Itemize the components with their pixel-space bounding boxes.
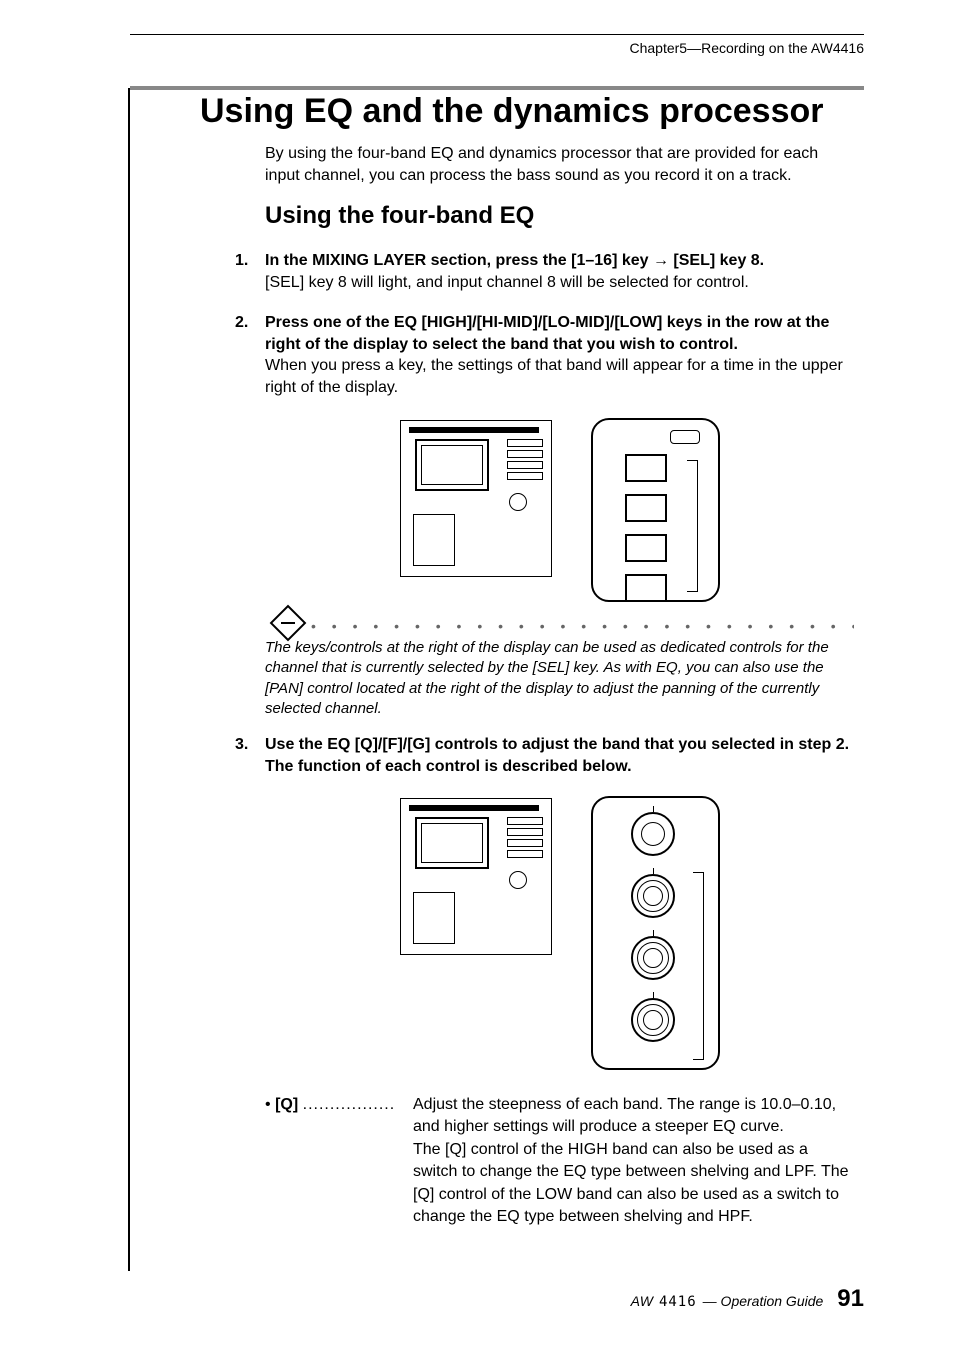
figure-eq-keys <box>400 418 720 603</box>
bullet-q: • [Q] ................. Adjust the steep… <box>265 1094 854 1228</box>
tip-dots: • • • • • • • • • • • • • • • • • • • • … <box>311 618 854 634</box>
step-3-bold: Use the EQ [Q]/[F]/[G] controls to adjus… <box>265 734 854 777</box>
step-1-number: 1. <box>235 250 248 272</box>
step-2: 2. Press one of the EQ [HIGH]/[HI-MID]/[… <box>235 312 854 398</box>
footer-model-prefix: AW <box>631 1293 653 1309</box>
step-2-bold: Press one of the EQ [HIGH]/[HI-MID]/[LO-… <box>265 314 829 353</box>
tip-text: The keys/controls at the right of the di… <box>265 638 854 719</box>
figure-panel-keys-icon <box>591 418 720 602</box>
footer: AW 4416 — Operation Guide 91 <box>631 1285 864 1313</box>
header-chapter: Chapter5—Recording on the AW4416 <box>629 40 864 56</box>
side-rule <box>128 88 130 1271</box>
footer-model: 4416 <box>659 1294 697 1310</box>
header-rule <box>130 34 864 35</box>
step-2-plain: When you press a key, the settings of th… <box>265 357 843 396</box>
bullet-q-text: Adjust the steepness of each band. The r… <box>413 1094 854 1228</box>
tip-icon <box>270 605 307 642</box>
footer-page-number: 91 <box>837 1285 864 1313</box>
page: Chapter5—Recording on the AW4416 Using E… <box>0 0 954 1351</box>
step-3: 3. Use the EQ [Q]/[F]/[G] controls to ad… <box>235 734 854 777</box>
tip-note: • • • • • • • • • • • • • • • • • • • • … <box>265 618 854 719</box>
section-subtitle: Using the four-band EQ <box>265 202 534 230</box>
step-1-bold: In the MIXING LAYER section, press the [… <box>265 252 764 269</box>
step-1-plain: [SEL] key 8 will light, and input channe… <box>265 274 749 291</box>
title-rule <box>130 86 864 90</box>
figure-eq-knobs <box>400 796 720 1071</box>
bullet-q-label: • [Q] ................. <box>265 1094 413 1228</box>
step-3-number: 3. <box>235 734 248 756</box>
page-title: Using EQ and the dynamics processor <box>200 92 864 131</box>
figure-panel-knobs-icon <box>591 796 720 1070</box>
figure-device-icon-2 <box>400 798 552 955</box>
intro-paragraph: By using the four-band EQ and dynamics p… <box>265 143 854 186</box>
footer-guide: — Operation Guide <box>703 1293 824 1309</box>
step-1: 1. In the MIXING LAYER section, press th… <box>235 250 854 293</box>
step-2-number: 2. <box>235 312 248 334</box>
figure-device-icon <box>400 420 552 577</box>
